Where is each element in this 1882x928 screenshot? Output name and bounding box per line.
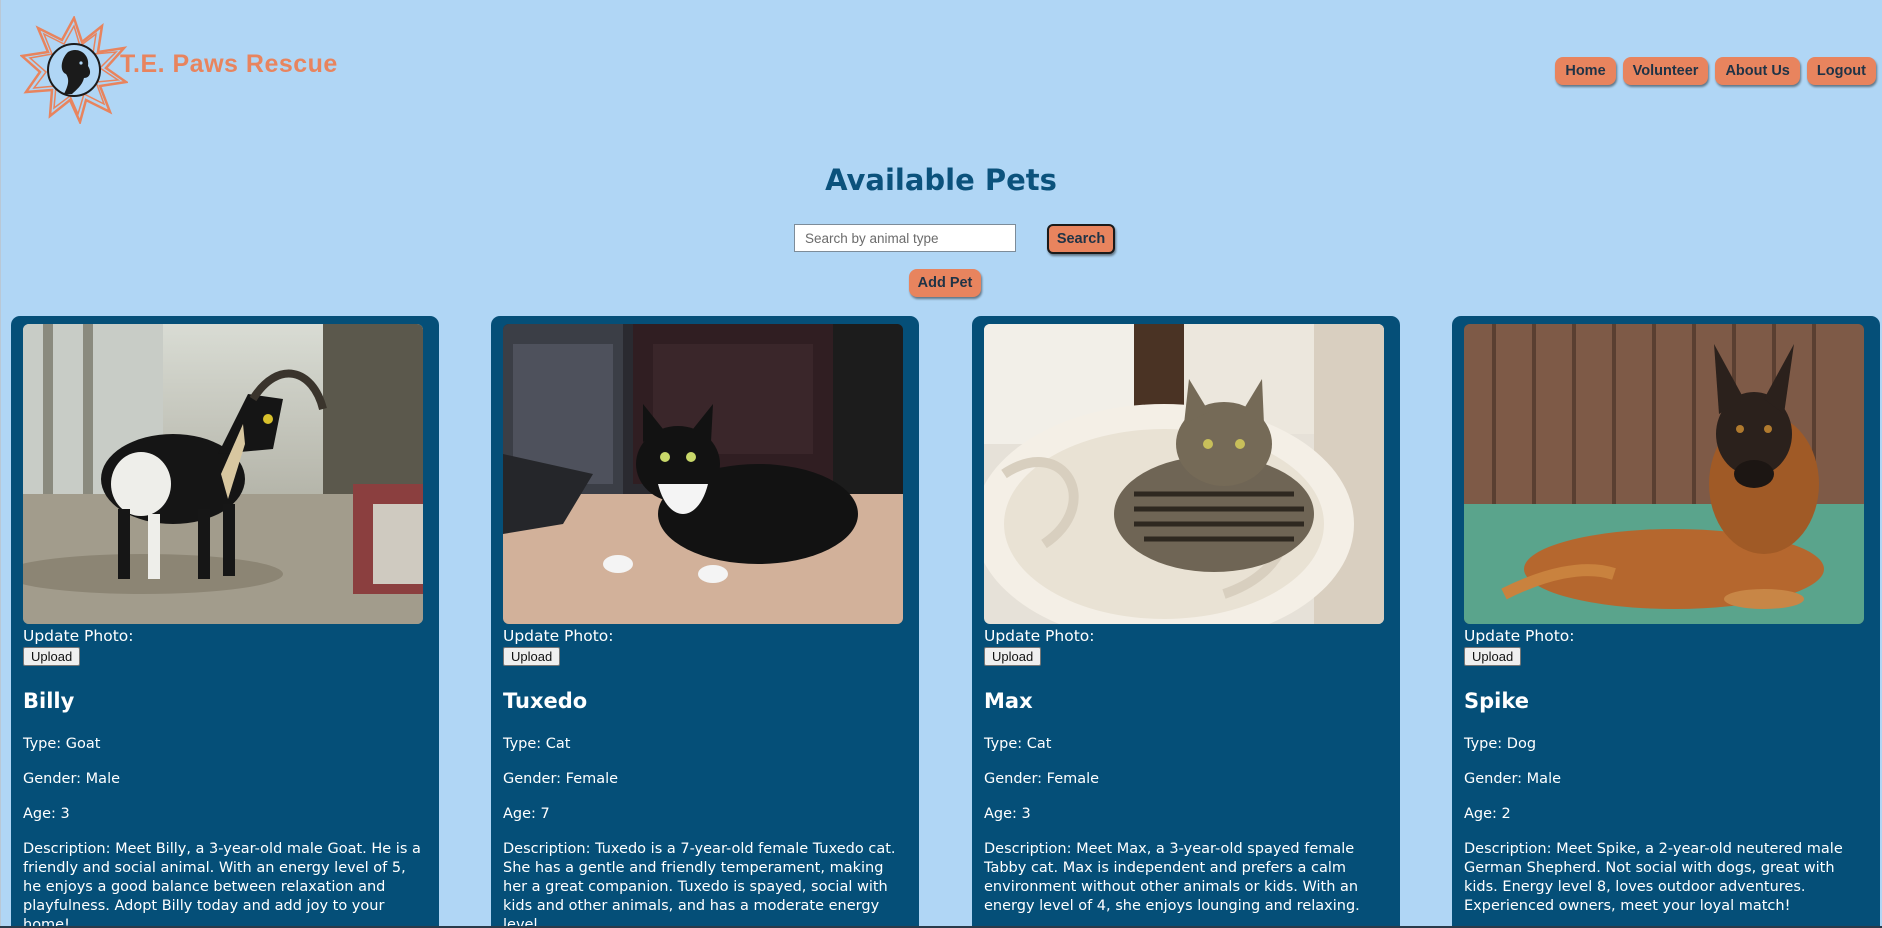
nav-logout-button[interactable]: Logout — [1806, 57, 1876, 85]
pet-type: Type: Goat — [23, 736, 101, 752]
window-edge — [0, 0, 1, 928]
add-pet-button[interactable]: Add Pet — [909, 269, 981, 297]
pet-photo — [1464, 324, 1864, 624]
pet-type: Type: Cat — [984, 736, 1052, 752]
pet-card-spike: Update Photo: Upload Spike Type: Dog Gen… — [1452, 316, 1880, 928]
update-photo-label: Update Photo: — [984, 627, 1095, 645]
upload-button[interactable]: Upload — [984, 647, 1042, 666]
pet-name: Billy — [23, 689, 75, 713]
pet-card-tuxedo: Update Photo: Upload Tuxedo Type: Cat Ge… — [491, 316, 919, 928]
pet-gender: Gender: Male — [1464, 771, 1562, 787]
pet-age: Age: 7 — [503, 806, 550, 822]
page-title: Available Pets — [825, 163, 1057, 197]
pet-type: Type: Dog — [1464, 736, 1537, 752]
pet-description: Description: Tuxedo is a 7-year-old fema… — [503, 841, 896, 928]
upload-button[interactable]: Upload — [1464, 647, 1522, 666]
top-nav: Home Volunteer About Us Logout — [1555, 57, 1876, 85]
pet-description: Description: Meet Spike, a 2-year-old ne… — [1464, 841, 1843, 914]
upload-button[interactable]: Upload — [23, 647, 81, 666]
pet-age: Age: 2 — [1464, 806, 1511, 822]
tuxedo-cat-photo — [503, 324, 903, 624]
pet-description: Description: Meet Max, a 3-year-old spay… — [984, 841, 1360, 914]
nav-volunteer-button[interactable]: Volunteer — [1622, 57, 1709, 85]
nav-about-button[interactable]: About Us — [1715, 57, 1800, 85]
german-shepherd-photo — [1464, 324, 1864, 624]
pet-photo — [23, 324, 423, 624]
upload-button[interactable]: Upload — [503, 647, 561, 666]
nav-home-button[interactable]: Home — [1555, 57, 1616, 85]
pet-type: Type: Cat — [503, 736, 571, 752]
search-button[interactable]: Search — [1047, 224, 1115, 254]
pet-card-billy: Update Photo: Upload Billy Type: Goat Ge… — [11, 316, 439, 928]
pet-photo — [503, 324, 903, 624]
pet-gender: Gender: Female — [503, 771, 619, 787]
pet-age: Age: 3 — [984, 806, 1031, 822]
pet-name: Spike — [1464, 689, 1529, 713]
pet-age: Age: 3 — [23, 806, 70, 822]
pet-name: Max — [984, 689, 1033, 713]
update-photo-label: Update Photo: — [23, 627, 134, 645]
update-photo-label: Update Photo: — [1464, 627, 1575, 645]
pet-gender: Gender: Male — [23, 771, 121, 787]
app-frame: T.E. Paws Rescue Home Volunteer About Us… — [0, 0, 1882, 928]
brand-name: T.E. Paws Rescue — [120, 50, 338, 78]
tabby-cat-photo — [984, 324, 1384, 624]
goat-photo — [23, 324, 423, 624]
dog-star-logo-icon[interactable] — [20, 16, 128, 124]
pet-photo — [984, 324, 1384, 624]
pet-name: Tuxedo — [503, 689, 588, 713]
update-photo-label: Update Photo: — [503, 627, 614, 645]
pet-card-max: Update Photo: Upload Max Type: Cat Gende… — [972, 316, 1400, 928]
pet-description: Description: Meet Billy, a 3-year-old ma… — [23, 841, 421, 928]
pet-gender: Gender: Female — [984, 771, 1100, 787]
search-input[interactable] — [794, 224, 1016, 252]
